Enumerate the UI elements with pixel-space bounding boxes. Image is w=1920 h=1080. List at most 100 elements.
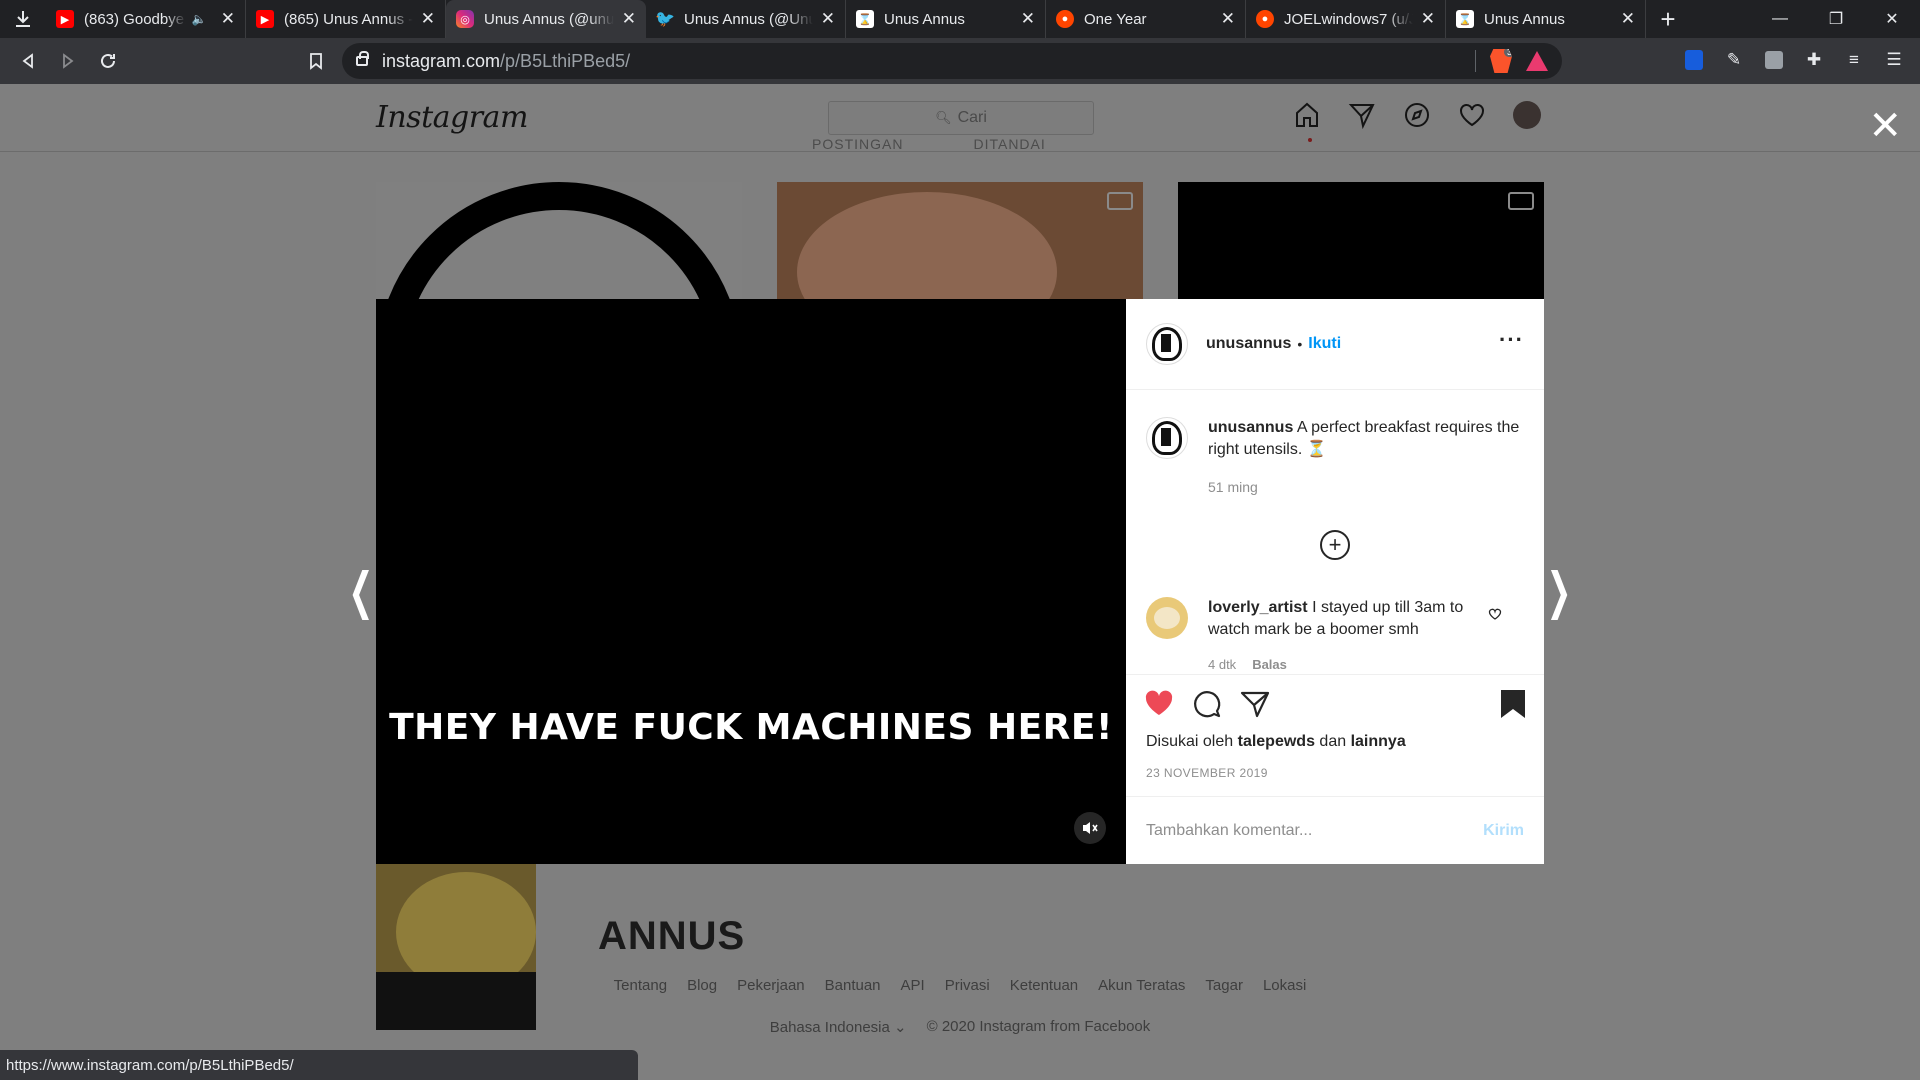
tab-tagged[interactable]: DITANDAI [973,136,1045,152]
browser-tab[interactable]: ▶ (863) Goodbye. 🔈 ✕ [46,0,246,38]
next-post-arrow[interactable]: ❯ [1546,562,1571,620]
tab-posts[interactable]: POSTINGAN [812,136,903,152]
new-tab-button[interactable]: + [1646,0,1690,38]
address-bar[interactable]: instagram.com /p/B5LthiPBed5/ 3 [342,43,1562,79]
footer-link[interactable]: API [901,977,925,994]
unusannus-icon: ⌛ [1456,10,1474,28]
grid-post-thumbnail[interactable] [1178,182,1544,300]
forward-icon[interactable] [48,41,88,81]
browser-tab[interactable]: ● JOELwindows7 (u/J ✕ [1246,0,1446,38]
browser-tab[interactable]: ● One Year ✕ [1046,0,1246,38]
audio-playing-icon[interactable]: 🔈 [192,12,207,26]
footer-link[interactable]: Pekerjaan [737,977,805,994]
footer-link[interactable]: Akun Teratas [1098,977,1185,994]
close-window-icon[interactable]: ✕ [1864,0,1920,38]
brave-rewards-icon[interactable] [1526,51,1548,71]
puzzle-icon[interactable]: ✚ [1798,44,1830,76]
avatar[interactable] [1146,417,1188,459]
search-box[interactable]: 🔍︎ Cari [828,101,1094,135]
save-bookmark-icon[interactable] [1500,689,1526,724]
tab-title: Unus Annus (@Unu [684,10,813,28]
minimize-icon[interactable]: — [1752,0,1808,38]
footer-link[interactable]: Tentang [614,977,667,994]
restore-icon[interactable]: ❐ [1808,0,1864,38]
footer-link[interactable]: Lokasi [1263,977,1306,994]
lock-icon[interactable] [356,51,369,66]
send-comment-button[interactable]: Kirim [1483,822,1524,840]
share-icon[interactable] [1240,689,1270,724]
close-tab-icon[interactable]: ✕ [221,9,235,29]
caption-timestamp[interactable]: 51 ming [1208,479,1258,495]
download-icon[interactable] [0,0,46,38]
post-username[interactable]: unusannus [1206,335,1291,353]
extension-icon[interactable]: ✎ [1718,44,1750,76]
media-controls-icon[interactable]: ≡ [1838,44,1870,76]
back-icon[interactable] [8,41,48,81]
chevron-down-icon: ⌄ [894,1019,907,1036]
caption-username[interactable]: unusannus [1208,419,1293,436]
explore-icon[interactable] [1402,100,1432,130]
browser-tab[interactable]: ⌛ Unus Annus ✕ [846,0,1046,38]
browser-tab[interactable]: 🐦 Unus Annus (@Unu ✕ [646,0,846,38]
search-icon: 🔍︎ [935,110,952,125]
comment-timestamp[interactable]: 4 dtk [1208,657,1236,669]
previous-post-arrow[interactable]: ❮ [348,562,373,620]
close-tab-icon[interactable]: ✕ [1421,9,1435,29]
liked-by-others[interactable]: lainnya [1351,733,1406,750]
footer-link[interactable]: Privasi [945,977,990,994]
grid-post-thumbnail[interactable] [376,182,742,300]
close-tab-icon[interactable]: ✕ [821,9,835,29]
activity-heart-icon[interactable] [1457,100,1487,130]
browser-tab[interactable]: ▶ (865) Unus Annus - ✕ [246,0,446,38]
grid-post-thumbnail[interactable] [777,182,1143,300]
post-video[interactable]: THEY HAVE FUCK MACHINES HERE! [376,299,1126,864]
close-modal-icon[interactable]: ✕ [1868,106,1902,146]
load-more-comments-icon[interactable]: + [1320,530,1350,560]
post-caption: unusannus A perfect breakfast requires t… [1146,417,1526,461]
video-subtitle: THEY HAVE FUCK MACHINES HERE! [389,707,1113,748]
comment-username[interactable]: loverly_artist [1208,599,1308,616]
close-tab-icon[interactable]: ✕ [622,9,636,29]
footer-link[interactable]: Ketentuan [1010,977,1078,994]
close-tab-icon[interactable]: ✕ [421,9,435,29]
mute-toggle-icon[interactable] [1074,812,1106,844]
grid-post-thumbnail[interactable] [376,862,536,1030]
footer-links: Tentang Blog Pekerjaan Bantuan API Priva… [0,977,1920,994]
comment-icon[interactable] [1192,689,1222,724]
post-date[interactable]: 23 NOVEMBER 2019 [1146,766,1268,780]
reload-icon[interactable] [88,41,128,81]
brave-shields-icon[interactable]: 3 [1490,49,1512,73]
footer-link[interactable]: Tagar [1205,977,1243,994]
footer-link[interactable]: Bantuan [825,977,881,994]
like-heart-icon[interactable] [1144,689,1174,724]
window-controls: — ❐ ✕ [1752,0,1920,38]
close-tab-icon[interactable]: ✕ [1621,9,1635,29]
menu-icon[interactable]: ☰ [1878,44,1910,76]
bitwarden-icon[interactable] [1678,44,1710,76]
extension-icon[interactable] [1758,44,1790,76]
follow-button[interactable]: Ikuti [1308,335,1341,353]
profile-avatar[interactable] [1512,100,1542,130]
browser-tab[interactable]: ⌛ Unus Annus ✕ [1446,0,1646,38]
instagram-logo[interactable]: Instagram [376,100,528,135]
video-icon [1107,192,1133,210]
comment-input[interactable] [1146,821,1484,840]
language-select[interactable]: Bahasa Indonesia ⌄ [770,1018,907,1036]
instagram-page: Instagram 🔍︎ Cari POSTINGAN DITANDAI ANN… [0,84,1920,1080]
footer-link[interactable]: Blog [687,977,717,994]
bookmark-icon[interactable] [296,41,336,81]
liked-by-user[interactable]: talepewds [1238,733,1315,750]
avatar[interactable] [1146,597,1188,639]
language-label: Bahasa Indonesia [769,1019,890,1036]
tab-title: Unus Annus (@unus [484,10,614,28]
close-tab-icon[interactable]: ✕ [1221,9,1235,29]
reply-button[interactable]: Balas [1252,657,1287,669]
direct-message-icon[interactable] [1347,100,1377,130]
avatar[interactable] [1146,323,1188,365]
divider [1475,50,1476,72]
close-tab-icon[interactable]: ✕ [1021,9,1035,29]
like-comment-icon[interactable] [1488,607,1502,626]
home-icon[interactable] [1292,100,1322,130]
browser-tab-active[interactable]: ◎ Unus Annus (@unus ✕ [446,0,646,38]
more-options-icon[interactable]: ··· [1499,327,1524,353]
